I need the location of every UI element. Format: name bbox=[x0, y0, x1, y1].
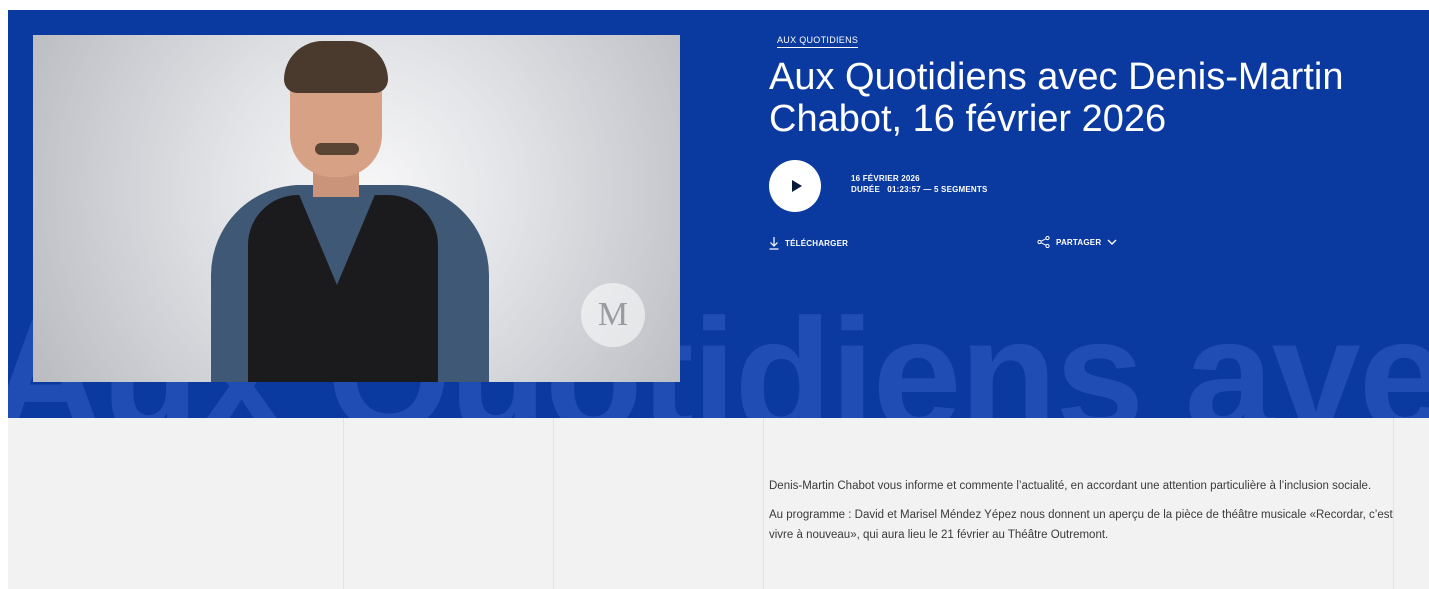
chevron-down-icon bbox=[1107, 239, 1117, 246]
share-icon bbox=[1037, 236, 1050, 248]
episode-date: 16 FÉVRIER 2026 bbox=[851, 174, 920, 183]
station-logo-icon: M bbox=[581, 283, 645, 347]
episode-duration: DURÉE 01:23:57 — 5 SEGMENTS bbox=[851, 184, 988, 195]
description-paragraph: Au programme : David et Marisel Méndez Y… bbox=[769, 509, 1393, 541]
share-dropdown[interactable]: PARTAGER bbox=[1037, 236, 1117, 248]
play-button[interactable] bbox=[769, 160, 821, 212]
person-hair bbox=[284, 41, 388, 93]
duration-label: DURÉE bbox=[851, 185, 881, 194]
download-button[interactable]: TÉLÉCHARGER bbox=[769, 236, 848, 250]
host-photo: M bbox=[33, 35, 680, 382]
description-paragraph: Denis-Martin Chabot vous informe et comm… bbox=[769, 480, 1372, 492]
download-icon bbox=[769, 236, 779, 250]
person-mustache bbox=[315, 143, 359, 155]
episode-description: Denis-Martin Chabot vous informe et comm… bbox=[769, 476, 1414, 554]
share-label: PARTAGER bbox=[1056, 237, 1102, 247]
column-divider bbox=[553, 418, 554, 589]
category-link[interactable]: AUX QUOTIDIENS bbox=[777, 35, 859, 48]
column-divider bbox=[343, 418, 344, 589]
episode-title: Aux Quotidiens avec Denis-Martin Chabot,… bbox=[769, 56, 1344, 140]
download-label: TÉLÉCHARGER bbox=[785, 238, 849, 248]
column-divider bbox=[763, 418, 764, 589]
duration-value: 01:23:57 — 5 SEGMENTS bbox=[887, 185, 988, 194]
play-icon bbox=[791, 180, 802, 192]
episode-meta: 16 FÉVRIER 2026 DURÉE 01:23:57 — 5 SEGME… bbox=[851, 173, 988, 195]
